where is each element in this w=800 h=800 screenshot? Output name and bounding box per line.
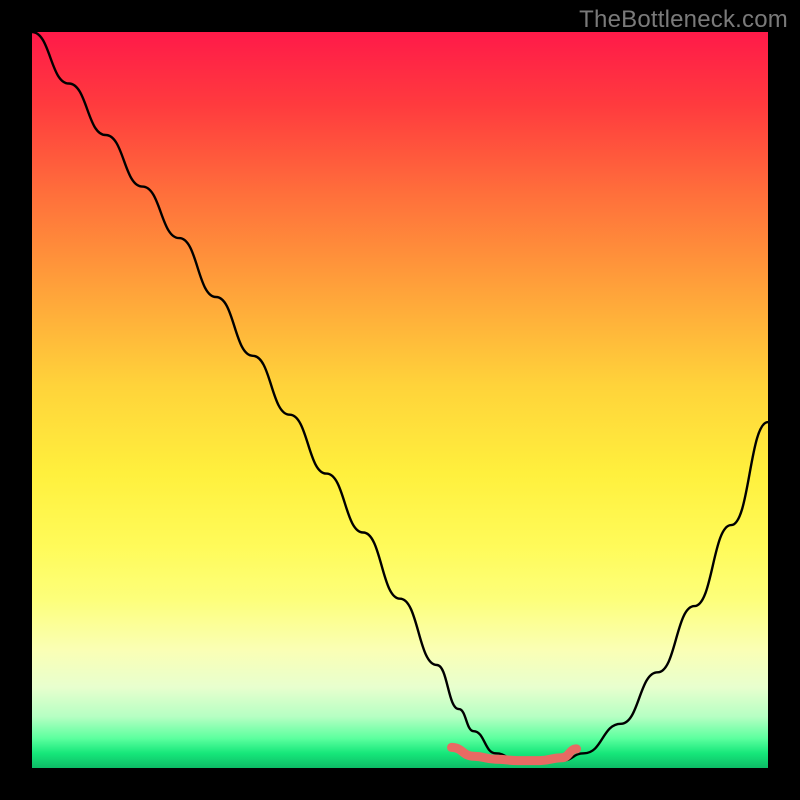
plot-area <box>32 32 768 768</box>
chart-svg <box>32 32 768 768</box>
chart-frame: TheBottleneck.com <box>0 0 800 800</box>
optimal-band <box>452 747 577 760</box>
bottleneck-curve <box>32 32 768 761</box>
watermark-text: TheBottleneck.com <box>579 6 788 34</box>
